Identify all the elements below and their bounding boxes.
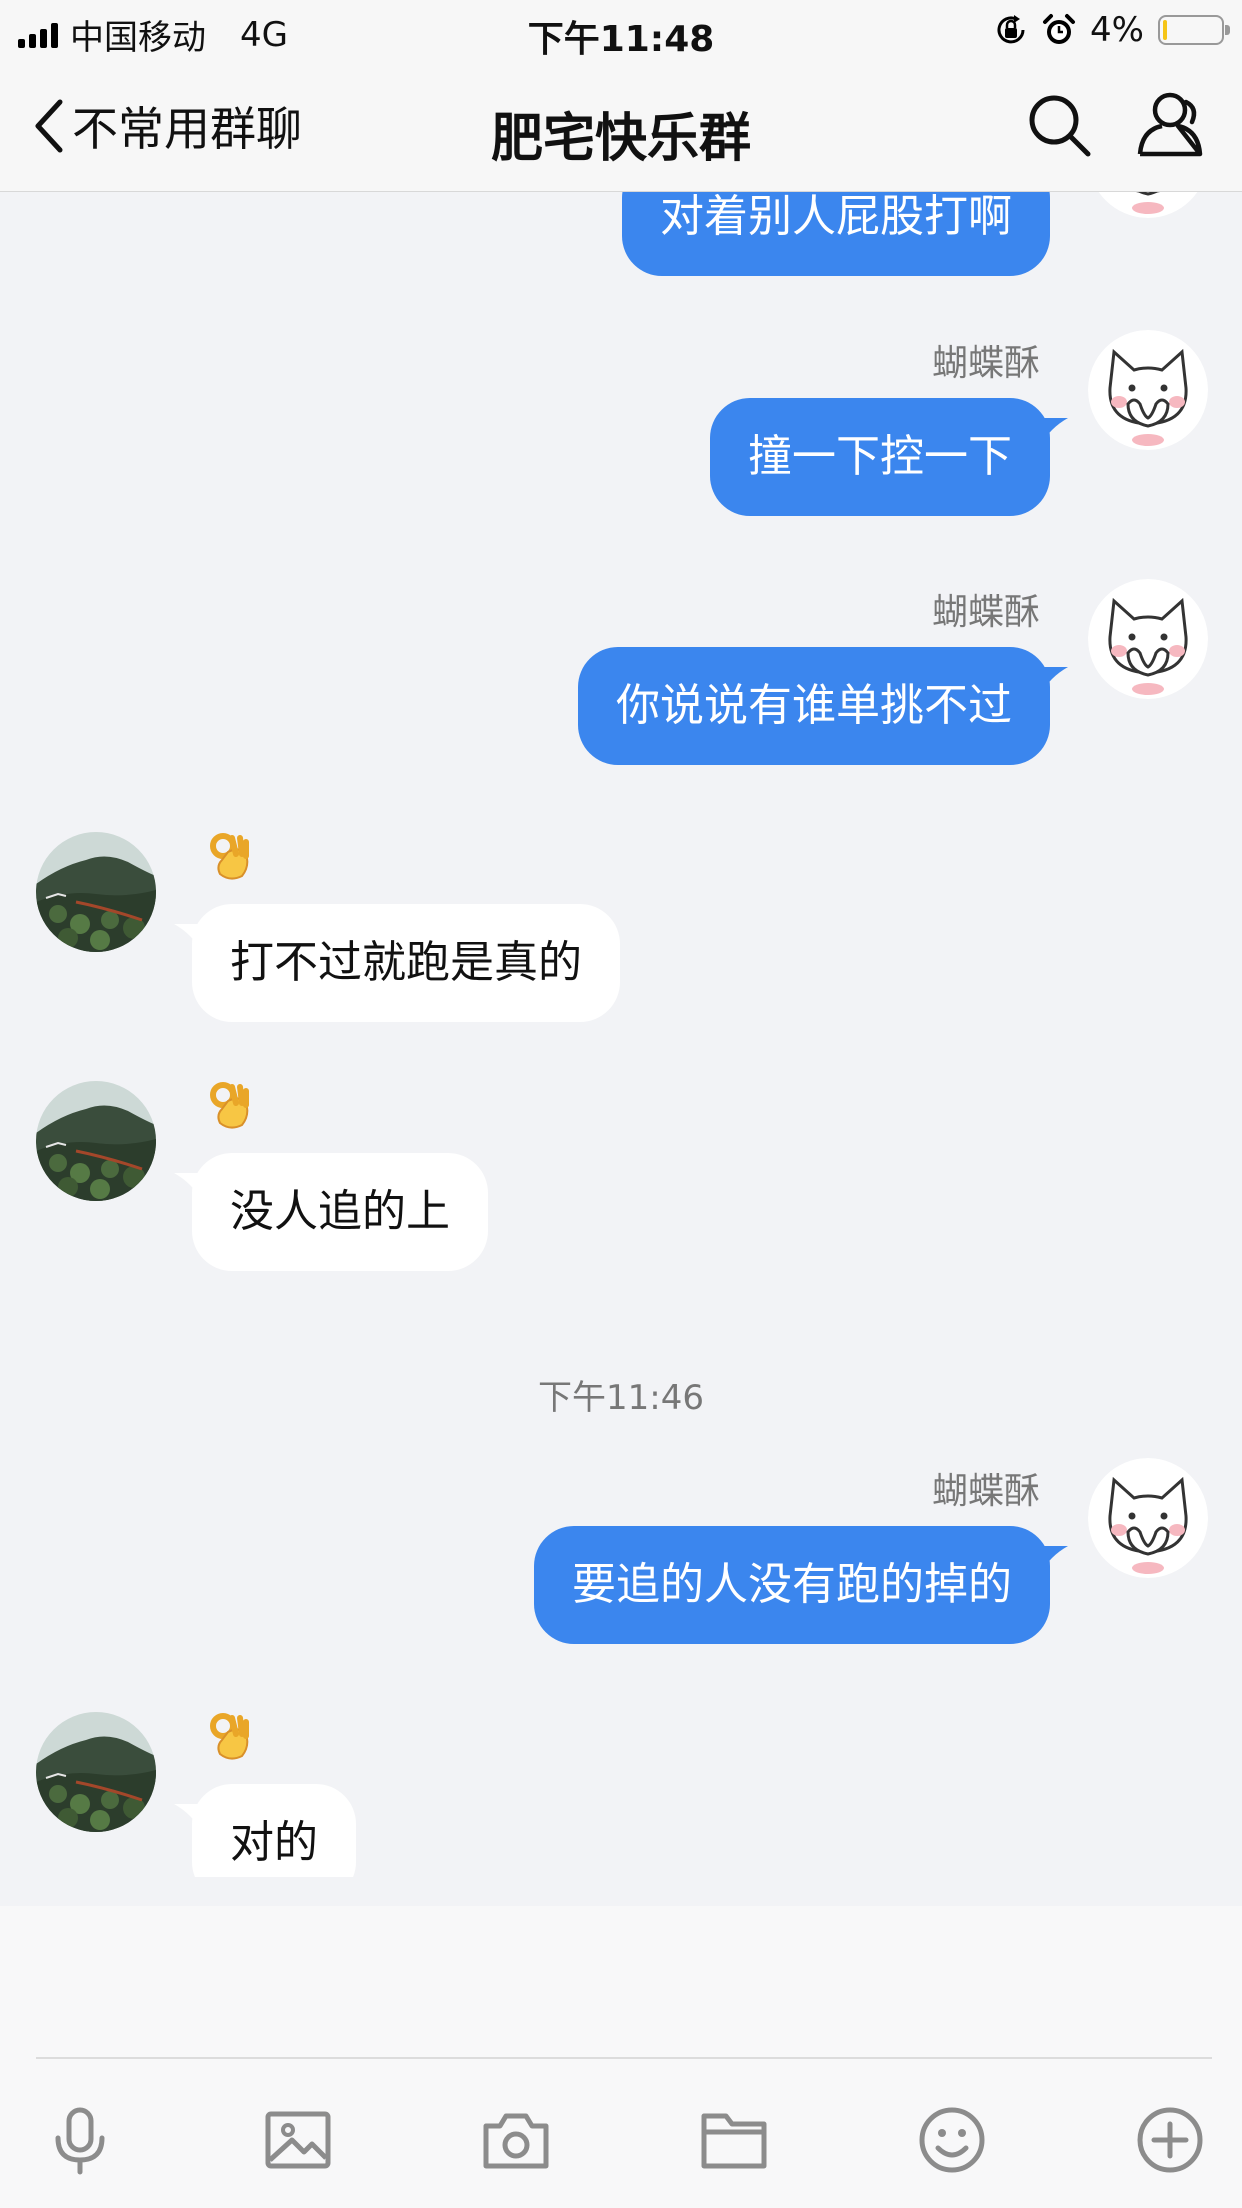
bubble-tail [174,1804,202,1832]
avatar[interactable] [36,832,156,952]
camera-button[interactable] [476,2100,556,2180]
avatar[interactable] [1088,579,1208,699]
message-bubble[interactable]: 撞一下控一下 [710,398,1050,516]
input-field-underline[interactable] [36,2057,1212,2059]
bubble-tail [1040,1546,1068,1574]
avatar[interactable] [36,1081,156,1201]
emoji-icon [919,2107,985,2173]
battery-fill [1163,20,1167,40]
nav-bar: 不常用群聊 肥宅快乐群 [0,62,1242,192]
emoji-button[interactable] [912,2100,992,2180]
avatar[interactable] [1088,330,1208,450]
bubble-tail [174,924,202,952]
message-outgoing: 蝴蝶酥 你说说有谁单挑不过 [0,583,1242,783]
avatar[interactable] [1088,192,1208,218]
message-bubble[interactable]: 你说说有谁单挑不过 [578,647,1050,765]
ok-hand-emoji [206,832,252,882]
plus-icon [1137,2107,1203,2173]
message-outgoing: 蝴蝶酥 要追的人没有跑的掉的 [0,1462,1242,1662]
bubble-tail [1040,667,1068,695]
alarm-icon [1043,14,1076,44]
message-incoming: 没人追的上 [0,1081,1242,1281]
image-button[interactable] [258,2100,338,2180]
folder-button[interactable] [694,2100,774,2180]
message-outgoing: 对着别人屁股打啊 [0,192,1242,292]
camera-icon [483,2113,549,2169]
message-list[interactable]: 对着别人屁股打啊 蝴蝶酥 撞一下控一下 蝴蝶酥 你说说有谁单挑不过 打不过就跑是… [0,192,1242,1877]
search-icon[interactable] [1026,92,1092,158]
message-bubble[interactable]: 没人追的上 [192,1153,488,1271]
avatar[interactable] [1088,1458,1208,1578]
sender-name: 蝴蝶酥 [931,1471,1040,1512]
microphone-button[interactable] [40,2100,120,2180]
bubble-tail [1040,418,1068,446]
status-bar: 中国移动 4G 下午11:48 4% [0,0,1242,62]
message-bubble[interactable]: 打不过就跑是真的 [192,904,620,1022]
avatar[interactable] [36,1712,156,1832]
input-toolbar [0,2100,1242,2180]
battery-percent: 4% [1090,10,1144,50]
sender-name: 蝴蝶酥 [931,592,1040,633]
ok-hand-emoji [206,1712,252,1762]
message-incoming: 对的 [0,1712,1242,1877]
message-bubble[interactable]: 要追的人没有跑的掉的 [534,1526,1050,1644]
image-icon [265,2111,331,2169]
battery-icon [1158,15,1230,45]
folder-icon [701,2113,767,2169]
microphone-icon [55,2107,105,2175]
message-incoming: 打不过就跑是真的 [0,832,1242,1032]
message-outgoing: 蝴蝶酥 撞一下控一下 [0,334,1242,534]
rotation-lock-icon [997,15,1025,44]
group-members-icon[interactable] [1136,90,1208,160]
more-button[interactable] [1130,2100,1210,2180]
status-right: 4% [994,10,1230,50]
message-bubble[interactable]: 对着别人屁股打啊 [622,192,1050,276]
input-area [0,1906,1242,2208]
bubble-tail [174,1173,202,1201]
ok-hand-emoji [206,1081,252,1131]
sender-name: 蝴蝶酥 [931,343,1040,384]
timestamp: 下午11:46 [538,1378,704,1418]
message-bubble[interactable]: 对的 [192,1784,356,1877]
